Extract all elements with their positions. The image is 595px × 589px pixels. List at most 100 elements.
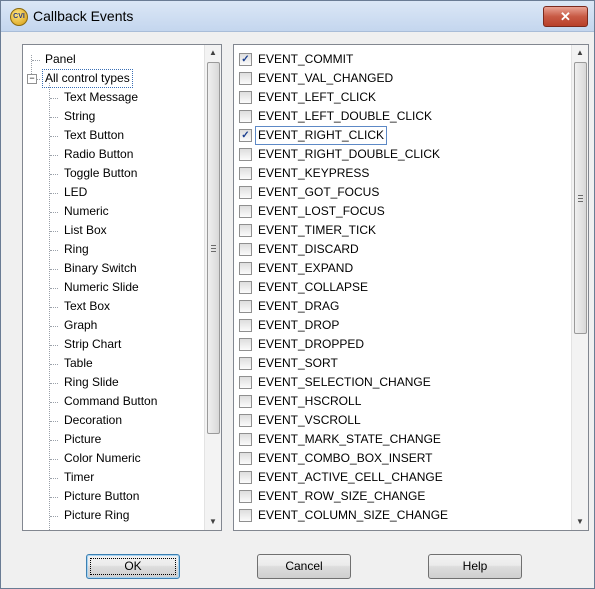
event-label: EVENT_SORT bbox=[258, 356, 338, 370]
event-row[interactable]: EVENT_LEFT_DOUBLE_CLICK bbox=[234, 107, 569, 126]
event-row[interactable]: EVENT_TIMER_TICK bbox=[234, 221, 569, 240]
tree-item[interactable]: Strip Chart bbox=[23, 335, 203, 354]
tree-item[interactable]: Color Numeric bbox=[23, 449, 203, 468]
event-row[interactable]: EVENT_SELECTION_CHANGE bbox=[234, 373, 569, 392]
checkbox[interactable] bbox=[239, 338, 252, 351]
event-row[interactable]: EVENT_LOST_FOCUS bbox=[234, 202, 569, 221]
event-row[interactable]: EVENT_VAL_CHANGED bbox=[234, 69, 569, 88]
tree-item[interactable]: Text Message bbox=[23, 88, 203, 107]
checkbox[interactable] bbox=[239, 72, 252, 85]
tree-item[interactable]: Binary Switch bbox=[23, 259, 203, 278]
tree-item[interactable]: Graph bbox=[23, 316, 203, 335]
tree-scroll-thumb[interactable] bbox=[207, 62, 220, 434]
event-row[interactable]: ✓ EVENT_RIGHT_CLICK bbox=[234, 126, 569, 145]
checkbox[interactable] bbox=[239, 91, 252, 104]
event-row[interactable]: EVENT_COLUMN_SIZE_CHANGE bbox=[234, 506, 569, 525]
event-row[interactable]: EVENT_DROP bbox=[234, 316, 569, 335]
tree-item[interactable]: String bbox=[23, 107, 203, 126]
event-row[interactable]: EVENT_MARK_STATE_CHANGE bbox=[234, 430, 569, 449]
scroll-up-arrow-icon[interactable]: ▲ bbox=[205, 45, 221, 61]
event-row[interactable]: EVENT_DISCARD bbox=[234, 240, 569, 259]
checkbox[interactable] bbox=[239, 471, 252, 484]
tree-item[interactable]: Text Box bbox=[23, 297, 203, 316]
tree-item[interactable]: Picture Ring bbox=[23, 506, 203, 525]
event-row[interactable]: EVENT_DRAG bbox=[234, 297, 569, 316]
tree-item[interactable]: Picture Button bbox=[23, 487, 203, 506]
checkbox[interactable] bbox=[239, 243, 252, 256]
tree-item[interactable]: List Box bbox=[23, 221, 203, 240]
checkbox[interactable] bbox=[239, 490, 252, 503]
event-row[interactable]: EVENT_DROPPED bbox=[234, 335, 569, 354]
event-row[interactable]: EVENT_COMBO_BOX_INSERT bbox=[234, 449, 569, 468]
tree-item[interactable]: LED bbox=[23, 183, 203, 202]
event-row[interactable]: EVENT_ROW_SIZE_CHANGE bbox=[234, 487, 569, 506]
checkbox[interactable] bbox=[239, 357, 252, 370]
event-label: EVENT_KEYPRESS bbox=[258, 166, 370, 180]
tree-item[interactable]: Numeric bbox=[23, 202, 203, 221]
checkbox[interactable] bbox=[239, 281, 252, 294]
cancel-button[interactable]: Cancel bbox=[257, 554, 351, 579]
close-button[interactable]: ✕ bbox=[543, 6, 588, 27]
checkbox[interactable] bbox=[239, 205, 252, 218]
checkbox[interactable] bbox=[239, 414, 252, 427]
tree-item[interactable]: − All control types bbox=[23, 69, 203, 88]
checkbox[interactable] bbox=[239, 319, 252, 332]
event-row[interactable]: EVENT_HSCROLL bbox=[234, 392, 569, 411]
tree-item[interactable]: Panel bbox=[23, 50, 203, 69]
collapse-icon[interactable]: − bbox=[27, 74, 37, 84]
event-label: EVENT_COLLAPSE bbox=[258, 280, 369, 294]
tree-item[interactable]: Timer bbox=[23, 468, 203, 487]
checkbox[interactable] bbox=[239, 167, 252, 180]
event-row[interactable]: EVENT_SORT bbox=[234, 354, 569, 373]
checkbox[interactable] bbox=[239, 186, 252, 199]
event-label: EVENT_DROP bbox=[258, 318, 340, 332]
event-row[interactable]: EVENT_EXPAND bbox=[234, 259, 569, 278]
event-row[interactable]: EVENT_COLLAPSE bbox=[234, 278, 569, 297]
control-type-tree[interactable]: Panel − All control types Text Message Strin… bbox=[22, 44, 222, 531]
checkbox[interactable] bbox=[239, 452, 252, 465]
event-scroll-thumb[interactable] bbox=[574, 62, 587, 334]
event-row[interactable]: EVENT_RIGHT_DOUBLE_CLICK bbox=[234, 145, 569, 164]
event-row[interactable]: EVENT_VSCROLL bbox=[234, 411, 569, 430]
checkbox-checked[interactable]: ✓ bbox=[239, 53, 252, 66]
tree-item[interactable]: Table bbox=[23, 354, 203, 373]
tree-item[interactable]: Numeric Slide bbox=[23, 278, 203, 297]
cancel-button-label: Cancel bbox=[285, 559, 323, 573]
checkbox[interactable] bbox=[239, 300, 252, 313]
tree-connector bbox=[50, 269, 58, 270]
event-label: EVENT_VSCROLL bbox=[258, 413, 361, 427]
event-row[interactable]: EVENT_KEYPRESS bbox=[234, 164, 569, 183]
event-label: EVENT_RIGHT_DOUBLE_CLICK bbox=[258, 147, 441, 161]
checkbox[interactable] bbox=[239, 509, 252, 522]
checkbox[interactable] bbox=[239, 224, 252, 237]
event-checklist[interactable]: ✓ EVENT_COMMIT EVENT_VAL_CHANGED EVENT_LEFT… bbox=[233, 44, 589, 531]
tree-item[interactable]: Decoration bbox=[23, 411, 203, 430]
event-scrollbar[interactable]: ▲ ▼ bbox=[571, 45, 588, 530]
scroll-down-arrow-icon[interactable]: ▼ bbox=[205, 514, 221, 530]
checkbox[interactable] bbox=[239, 376, 252, 389]
checkbox[interactable] bbox=[239, 110, 252, 123]
tree-item[interactable]: Command Button bbox=[23, 392, 203, 411]
checkbox[interactable] bbox=[239, 262, 252, 275]
tree-scrollbar[interactable]: ▲ ▼ bbox=[204, 45, 221, 530]
tree-item[interactable]: Text Button bbox=[23, 126, 203, 145]
ok-button[interactable]: OK bbox=[86, 554, 180, 579]
tree-item[interactable]: Picture bbox=[23, 430, 203, 449]
tree-item[interactable]: Radio Button bbox=[23, 145, 203, 164]
event-row[interactable]: ✓ EVENT_COMMIT bbox=[234, 50, 569, 69]
checkbox-checked[interactable]: ✓ bbox=[239, 129, 252, 142]
tree-item[interactable]: Ring Slide bbox=[23, 373, 203, 392]
tree-item[interactable]: Toggle Button bbox=[23, 164, 203, 183]
checkbox[interactable] bbox=[239, 433, 252, 446]
checkbox[interactable] bbox=[239, 148, 252, 161]
event-row[interactable]: EVENT_ACTIVE_CELL_CHANGE bbox=[234, 468, 569, 487]
event-row[interactable]: EVENT_GOT_FOCUS bbox=[234, 183, 569, 202]
scroll-down-arrow-icon[interactable]: ▼ bbox=[572, 514, 588, 530]
scroll-up-arrow-icon[interactable]: ▲ bbox=[572, 45, 588, 61]
grip-line bbox=[211, 245, 216, 246]
checkbox[interactable] bbox=[239, 395, 252, 408]
help-button[interactable]: Help bbox=[428, 554, 522, 579]
event-row[interactable]: EVENT_LEFT_CLICK bbox=[234, 88, 569, 107]
tree-item[interactable]: Ring bbox=[23, 240, 203, 259]
tree-connector bbox=[50, 98, 58, 99]
